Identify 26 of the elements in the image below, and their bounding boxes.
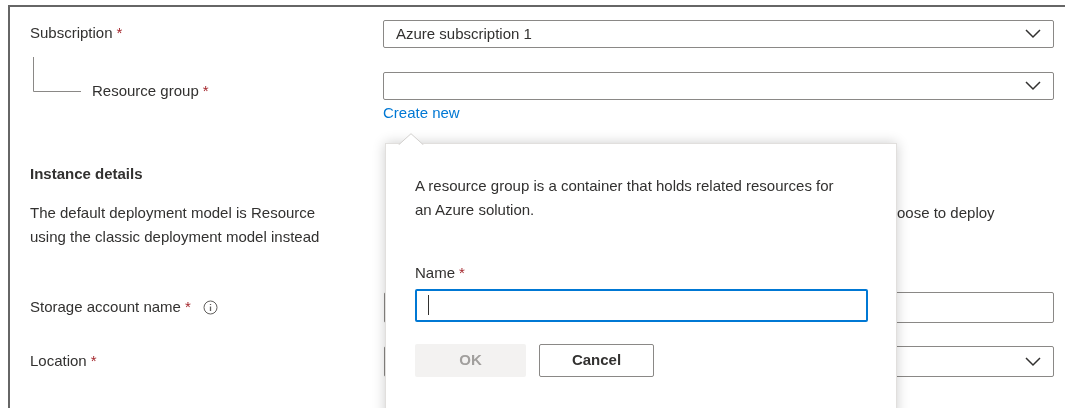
dropdown[interactable]: Azure subscription 1 [383, 20, 1054, 48]
dropdown[interactable] [383, 72, 1054, 100]
field-label: Resource group [92, 81, 199, 101]
required-mark: * [184, 297, 191, 318]
tree-connector [33, 57, 81, 92]
text-cursor [428, 295, 429, 315]
chevron-down-icon [1025, 356, 1041, 367]
info-icon[interactable] [202, 300, 218, 315]
field-label: Storage account name [30, 297, 181, 318]
field-label: Name [415, 263, 455, 283]
name-input[interactable] [415, 288, 868, 322]
create-new-link[interactable]: Create new [383, 103, 1054, 123]
section-heading: Instance details [30, 164, 144, 184]
chevron-down-icon [1025, 81, 1041, 91]
required-mark: * [459, 263, 465, 283]
description-text: oose to deploy [897, 204, 995, 221]
field-label: Location [30, 351, 87, 372]
chevron-down-icon [1025, 29, 1041, 39]
callout-text: A resource group is a container that holds related resources for an Azure solution. [415, 176, 835, 220]
required-mark: * [90, 351, 97, 372]
cancel-button[interactable]: Cancel [539, 343, 654, 377]
field-label: Subscription [30, 23, 113, 43]
required-mark: * [116, 23, 123, 43]
required-mark: * [202, 81, 209, 101]
description-text: The default deployment model is Resource [30, 204, 316, 221]
description-text: using the classic deployment model instead [30, 228, 320, 245]
